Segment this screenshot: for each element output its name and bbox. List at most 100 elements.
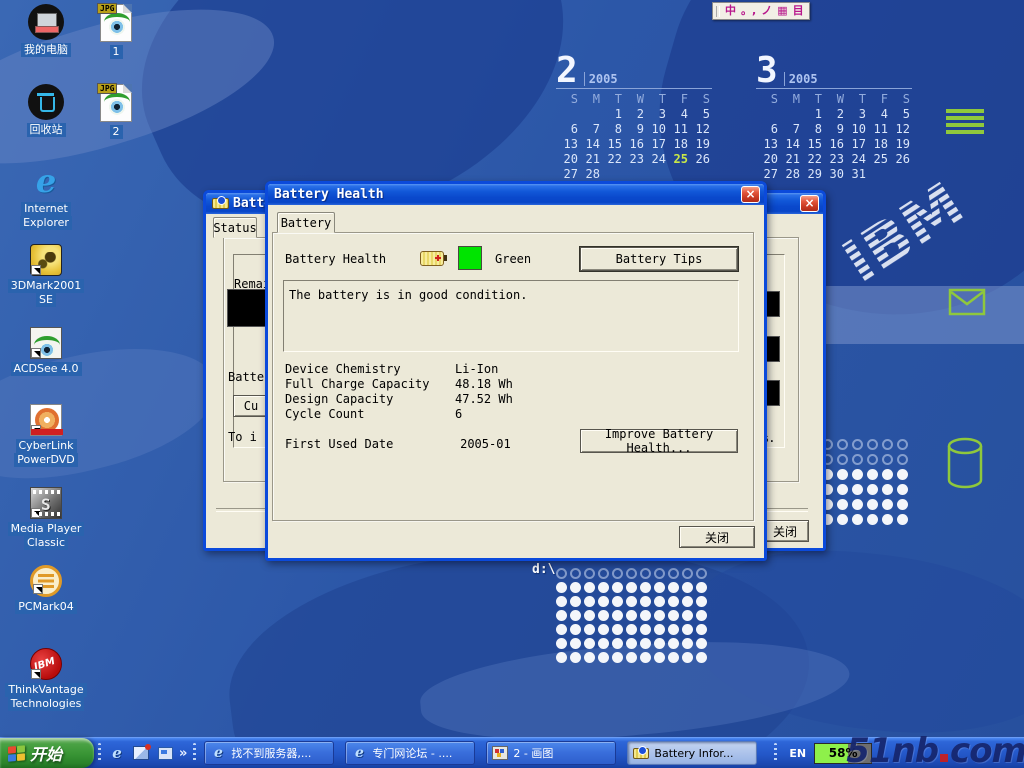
battery-label: Batte	[228, 370, 264, 384]
close-icon[interactable]: ×	[741, 186, 760, 203]
calendar-date: 20	[556, 152, 578, 167]
wallpaper-dot	[626, 652, 637, 663]
close-icon[interactable]: ×	[800, 195, 819, 212]
ime-language-bar[interactable]: 中。, ノ ▦ 目	[712, 2, 810, 20]
ime-item[interactable]: ▦	[777, 4, 787, 18]
battery-details: Device ChemistryLi-IonFull Charge Capaci…	[285, 358, 513, 418]
acdsee-4-0-icon	[30, 327, 62, 359]
battery-health-titlebar[interactable]: Battery Health ×	[268, 184, 764, 205]
detail-row: Full Charge Capacity48.18 Wh	[285, 373, 513, 388]
calendar-day-header: M	[578, 92, 600, 107]
wallpaper-dot	[640, 638, 651, 649]
custom-button[interactable]: Cu	[233, 395, 269, 417]
wallpaper-dot	[867, 484, 878, 495]
desktop-icon-cyberlink-powerdvd[interactable]: CyberLinkPowerDVD	[2, 404, 90, 467]
taskbar-button-label: 专门网论坛 - ....	[372, 745, 452, 761]
toolbar-grip[interactable]	[774, 743, 777, 763]
wallpaper-dot	[612, 652, 623, 663]
wallpaper-dot	[837, 454, 848, 465]
calendar-date: 7	[578, 122, 600, 137]
quick-launch-outlook-express[interactable]	[133, 745, 149, 761]
desktop-icon-jpg-file-1[interactable]: JPG1	[76, 4, 156, 59]
toolbar-grip[interactable]	[98, 743, 101, 763]
paint-icon	[492, 745, 508, 761]
desktop-icon-label: InternetExplorer	[20, 202, 72, 230]
desktop-icon-thinkvantage-technologies[interactable]: IBMThinkVantageTechnologies	[2, 648, 90, 711]
desktop-icon-jpg-file-2[interactable]: JPG 2	[76, 84, 156, 139]
calendar-date: 13	[556, 137, 578, 152]
wallpaper-dot	[640, 610, 651, 621]
wallpaper-dot	[556, 596, 567, 607]
wallpaper-dot	[867, 469, 878, 480]
calendar-date: 15	[800, 137, 822, 152]
calendar-date: 6	[556, 122, 578, 137]
quick-launch-ie[interactable]: e	[109, 745, 125, 761]
calendar-day-header: S	[888, 92, 910, 107]
battery-health-dialog[interactable]: Battery Health × Battery Battery Health …	[265, 181, 767, 561]
desktop-icon-media-player-classic[interactable]: SMedia PlayerClassic	[2, 487, 90, 550]
desktop-icon-label: PCMark04	[15, 600, 76, 614]
condition-textbox[interactable]: The battery is in good condition.	[283, 280, 739, 352]
wallpaper-dot	[837, 484, 848, 495]
ime-grip[interactable]	[716, 6, 720, 17]
desktop-icon-label: 2	[110, 125, 123, 139]
taskbar-button[interactable]: e专门网论坛 - ....	[345, 741, 475, 765]
wallpaper-dot	[882, 484, 893, 495]
ie-icon: e	[112, 744, 122, 762]
calendar-date: 21	[578, 152, 600, 167]
shortcut-arrow-icon	[31, 348, 41, 358]
health-status-swatch	[458, 246, 482, 270]
wallpaper-dot	[682, 624, 693, 635]
quick-launch-show-desktop[interactable]	[157, 745, 173, 761]
calendar-date: 26	[888, 152, 910, 167]
desktop-icon-label: Media PlayerClassic	[8, 522, 85, 550]
calendar-date: 12	[888, 122, 910, 137]
ime-item[interactable]: 目	[793, 4, 804, 18]
overflow-chevron-icon[interactable]: »	[179, 746, 187, 761]
calendar-date: 4	[866, 107, 888, 122]
wallpaper-dot	[626, 610, 637, 621]
calendar-date: 11	[866, 122, 888, 137]
bg-close-button[interactable]: 关闭	[761, 520, 809, 542]
wallpaper-dot	[556, 568, 567, 579]
calendar-date: 14	[578, 137, 600, 152]
wallpaper-dot	[696, 596, 707, 607]
taskbar-button[interactable]: e找不到服务器,...	[204, 741, 334, 765]
wallpaper-dot	[570, 568, 581, 579]
calendar-date: 28	[578, 167, 600, 182]
tab-battery[interactable]: Battery	[277, 212, 335, 233]
toolbar-grip[interactable]	[193, 743, 196, 763]
wallpaper-dot	[696, 652, 707, 663]
tab-status[interactable]: Status	[213, 217, 257, 238]
jpg-badge: JPG	[97, 83, 117, 94]
calendar-date: 13	[756, 137, 778, 152]
improve-battery-health-button[interactable]: Improve Battery Health...	[580, 429, 738, 453]
desktop-icon-acdsee-4-0[interactable]: ACDSee 4.0	[2, 327, 90, 376]
wallpaper-dot	[837, 439, 848, 450]
wallpaper-dot	[598, 596, 609, 607]
battery-tips-button[interactable]: Battery Tips	[580, 247, 738, 271]
ime-item[interactable]: ノ	[761, 4, 772, 18]
ime-item[interactable]: 中	[725, 4, 736, 18]
start-button[interactable]: 开始	[0, 738, 94, 768]
taskbar-button[interactable]: 2 - 画图	[486, 741, 616, 765]
wallpaper-dot	[668, 568, 679, 579]
calendar-date: 31	[844, 167, 866, 182]
wallpaper-dot	[696, 610, 707, 621]
wallpaper-dot	[556, 582, 567, 593]
desktop-icon-3dmark2001-se[interactable]: 3DMark2001SE	[2, 244, 90, 307]
wallpaper-dot	[682, 638, 693, 649]
calendar-date: 15	[600, 137, 622, 152]
dialog-close-button[interactable]: 关闭	[679, 526, 755, 548]
language-indicator[interactable]: EN	[789, 747, 806, 760]
wallpaper-dot	[654, 652, 665, 663]
wallpaper-dot	[867, 439, 878, 450]
calendar-date	[600, 167, 622, 182]
desktop-icon-internet-explorer[interactable]: eInternetExplorer	[2, 163, 90, 230]
desktop-icon-pcmark04[interactable]: PCMark04	[2, 565, 90, 614]
ime-item[interactable]: 。,	[741, 4, 756, 18]
task-buttons: e找不到服务器,... e专门网论坛 - .... 2 - 画图 Battery In…	[204, 741, 768, 765]
wallpaper-dot	[570, 582, 581, 593]
wallpaper-dot	[556, 652, 567, 663]
taskbar-button[interactable]: Battery Infor...	[627, 741, 757, 765]
